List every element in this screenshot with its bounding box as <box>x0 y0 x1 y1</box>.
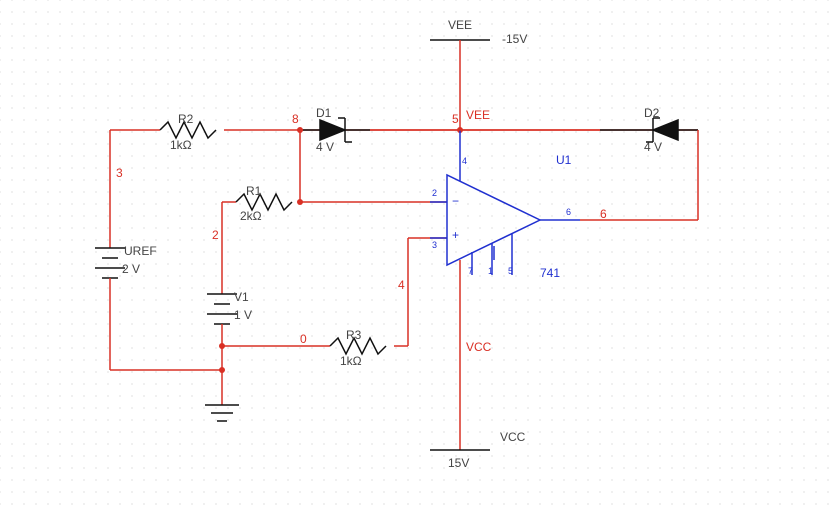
net8: 8 <box>292 112 299 126</box>
uref-symbol <box>95 248 125 278</box>
ground-symbol <box>205 405 239 421</box>
vcc-value: 15V <box>448 456 469 470</box>
d2-val: 4 V <box>644 140 662 154</box>
pin3: 3 <box>432 240 437 250</box>
pin4: 4 <box>462 156 467 166</box>
d1-symbol <box>300 118 370 142</box>
v1-val: 1 V <box>234 308 252 322</box>
net0: 0 <box>300 332 307 346</box>
vcc-name: VCC <box>500 430 525 444</box>
u1-model: 741 <box>540 266 560 280</box>
vee-value: -15V <box>502 32 527 46</box>
u1-plus: + <box>452 228 459 242</box>
d1-ref: D1 <box>316 106 331 120</box>
d2-symbol <box>600 118 698 142</box>
net4: 4 <box>398 278 405 292</box>
uref-val: 2 V <box>122 262 140 276</box>
pin2: 2 <box>432 188 437 198</box>
v1-symbol <box>207 294 237 324</box>
vee-name: VEE <box>448 18 472 32</box>
d1-val: 4 V <box>316 140 334 154</box>
r2-ref: R2 <box>178 112 193 126</box>
net-vcc: VCC <box>466 340 491 354</box>
u1-ref: U1 <box>556 153 571 167</box>
pin7: 7 <box>468 266 473 276</box>
r3-val: 1kΩ <box>340 354 362 368</box>
d2-ref: D2 <box>644 106 659 120</box>
net2: 2 <box>212 228 219 242</box>
r3-ref: R3 <box>346 328 361 342</box>
net3: 3 <box>116 166 123 180</box>
pin6: 6 <box>566 207 571 217</box>
net6: 6 <box>600 207 607 221</box>
pin1: 1 <box>488 266 493 276</box>
r1-ref: R1 <box>246 184 261 198</box>
schematic-canvas[interactable]: { "rails":{ "vee":{"name":"VEE","value":… <box>0 0 836 509</box>
uref-ref: UREF <box>124 244 157 258</box>
r2-val: 1kΩ <box>170 138 192 152</box>
pin5: 5 <box>508 266 513 276</box>
net5: 5 <box>452 112 459 126</box>
r1-val: 2kΩ <box>240 209 262 223</box>
opamp-symbol <box>430 175 580 275</box>
v1-ref: V1 <box>234 290 249 304</box>
net-vee: VEE <box>466 108 490 122</box>
u1-minus: − <box>452 194 459 208</box>
